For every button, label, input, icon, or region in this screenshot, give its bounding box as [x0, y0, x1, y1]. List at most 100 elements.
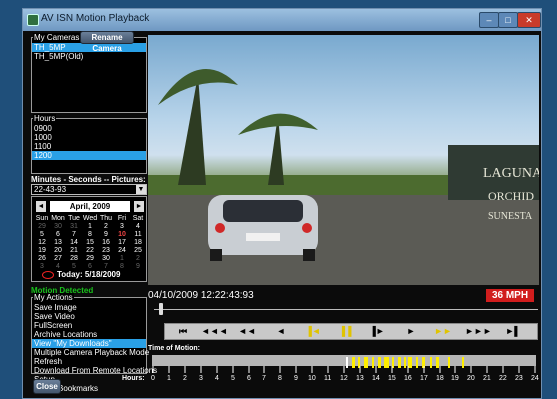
calendar-day[interactable]: 18: [130, 239, 146, 247]
minimize-button[interactable]: –: [479, 12, 499, 28]
action-save-image[interactable]: Save Image: [32, 303, 146, 312]
calendar-day-selected[interactable]: 10: [114, 231, 130, 239]
action-view-downloads[interactable]: View "My Downloads": [32, 339, 146, 348]
position-slider-handle[interactable]: [159, 303, 163, 315]
hour-item[interactable]: 1100: [32, 142, 146, 151]
step-back-button[interactable]: ◄: [269, 325, 293, 338]
calendar-day[interactable]: 24: [114, 247, 130, 255]
cameras-legend: My Cameras: [33, 33, 81, 42]
hour-tick-label: 19: [451, 375, 459, 382]
next-month-button[interactable]: ►: [134, 201, 144, 212]
weekday-header: Wed: [82, 215, 98, 222]
calendar-day[interactable]: 23: [98, 247, 114, 255]
calendar-day[interactable]: 6: [50, 231, 66, 239]
weekday-header: Mon: [51, 215, 65, 222]
motion-forward-button[interactable]: ►►: [431, 325, 455, 338]
hour-item[interactable]: 0900: [32, 124, 146, 133]
calendar-day[interactable]: 2: [130, 255, 146, 263]
calendar-day[interactable]: 21: [66, 247, 82, 255]
action-multi-camera[interactable]: Multiple Camera Playback Mode: [32, 348, 149, 357]
video-frame[interactable]: LAGUNA ORCHID SUNESTA: [148, 35, 539, 285]
minutes-label: Minutes - Seconds -- Pictures:: [31, 175, 146, 184]
calendar-day[interactable]: 5: [34, 231, 50, 239]
calendar-day[interactable]: 15: [82, 239, 98, 247]
frame-forward-button[interactable]: ▐►: [365, 325, 389, 338]
calendar-day[interactable]: 14: [66, 239, 82, 247]
rewind-button[interactable]: ◄◄: [235, 325, 259, 338]
today-link[interactable]: Today: 5/18/2009: [42, 270, 120, 279]
maximize-button[interactable]: □: [498, 12, 518, 28]
hour-tick-label: 3: [199, 375, 203, 382]
calendar-day[interactable]: 9: [98, 231, 114, 239]
hour-tick-label: 6: [247, 375, 251, 382]
calendar-day[interactable]: 28: [66, 255, 82, 263]
calendar-day[interactable]: 19: [34, 247, 50, 255]
calendar-day[interactable]: 9: [130, 263, 146, 271]
calendar-day[interactable]: 22: [82, 247, 98, 255]
prev-month-button[interactable]: ◄: [36, 201, 46, 212]
hour-tick-label: 7: [262, 375, 266, 382]
hour-tick-label: 22: [499, 375, 507, 382]
calendar-day[interactable]: 17: [114, 239, 130, 247]
calendar-day[interactable]: 30: [98, 255, 114, 263]
camera-item-tr5mp[interactable]: TH_5MP: [32, 43, 146, 52]
pause-button[interactable]: ▐▐: [333, 325, 357, 338]
minutes-select[interactable]: 22-43-93 ▼: [31, 184, 147, 195]
weekday-header: Tue: [68, 215, 80, 222]
action-refresh[interactable]: Refresh: [32, 357, 146, 366]
title-bar[interactable]: AV ISN Motion Playback – □ ✕: [23, 9, 541, 31]
hour-tick-label: 9: [294, 375, 298, 382]
calendar-day[interactable]: 2: [98, 223, 114, 231]
action-archive-locations[interactable]: Archive Locations: [32, 330, 146, 339]
skip-end-button[interactable]: ►▌: [501, 325, 525, 338]
action-download-remote[interactable]: Download From Remote Locations: [32, 366, 157, 375]
action-save-video[interactable]: Save Video: [32, 312, 146, 321]
weekday-header: Fri: [117, 215, 127, 222]
svg-text:ORCHID: ORCHID: [488, 189, 534, 203]
calendar-month-title: April, 2009: [50, 201, 130, 212]
video-sign-text: LAGUNA: [483, 166, 539, 181]
calendar-day[interactable]: 1: [114, 255, 130, 263]
calendar-day[interactable]: 13: [50, 239, 66, 247]
calendar-day[interactable]: 4: [130, 223, 146, 231]
hours-panel: 0900 1000 1100 1200: [31, 118, 147, 174]
close-window-button[interactable]: ✕: [517, 12, 541, 28]
close-button[interactable]: Close: [33, 379, 61, 394]
rename-camera-button[interactable]: Rename Camera: [80, 31, 134, 53]
fast-rewind-button[interactable]: ◄◄◄: [201, 325, 228, 338]
fast-forward-button[interactable]: ►►►: [465, 325, 492, 338]
motion-timeline[interactable]: [152, 355, 536, 368]
hour-item-selected[interactable]: 1200: [32, 151, 146, 160]
position-slider-track[interactable]: [154, 309, 538, 310]
actions-panel: Save Image Save Video FullScreen Archive…: [31, 297, 157, 393]
hour-tick-label: 15: [388, 375, 396, 382]
motion-back-button[interactable]: ▐◄: [301, 325, 325, 338]
calendar-day[interactable]: 25: [130, 247, 146, 255]
calendar-day[interactable]: 16: [98, 239, 114, 247]
hour-tick-label: 4: [215, 375, 219, 382]
hour-item[interactable]: 1000: [32, 133, 146, 142]
calendar-day[interactable]: 31: [66, 223, 82, 231]
skip-start-button[interactable]: ⏮: [171, 325, 195, 338]
calendar-day[interactable]: 12: [34, 239, 50, 247]
minutes-select-value: 22-43-93: [34, 185, 67, 194]
calendar-day[interactable]: 20: [50, 247, 66, 255]
calendar-panel: ◄ April, 2009 ► Sun Mon Tue Wed Thu Fri …: [31, 196, 147, 282]
action-fullscreen[interactable]: FullScreen: [32, 321, 146, 330]
calendar-day[interactable]: 27: [50, 255, 66, 263]
calendar-day[interactable]: 29: [34, 223, 50, 231]
play-button[interactable]: ►: [399, 325, 423, 338]
calendar-day[interactable]: 7: [66, 231, 82, 239]
calendar-day[interactable]: 11: [130, 231, 146, 239]
calendar-day[interactable]: 3: [114, 223, 130, 231]
camera-item-tr5mp-old[interactable]: TH_5MP(Old): [32, 52, 146, 61]
calendar-day[interactable]: 1: [82, 223, 98, 231]
hour-tick-label: 0: [151, 375, 155, 382]
dropdown-arrow-icon[interactable]: ▼: [136, 185, 146, 194]
time-of-motion-label: Time of Motion:: [148, 345, 200, 352]
calendar-day[interactable]: 8: [82, 231, 98, 239]
calendar-day[interactable]: 26: [34, 255, 50, 263]
hour-ticks: [152, 366, 536, 373]
calendar-day[interactable]: 29: [82, 255, 98, 263]
calendar-day[interactable]: 30: [50, 223, 66, 231]
